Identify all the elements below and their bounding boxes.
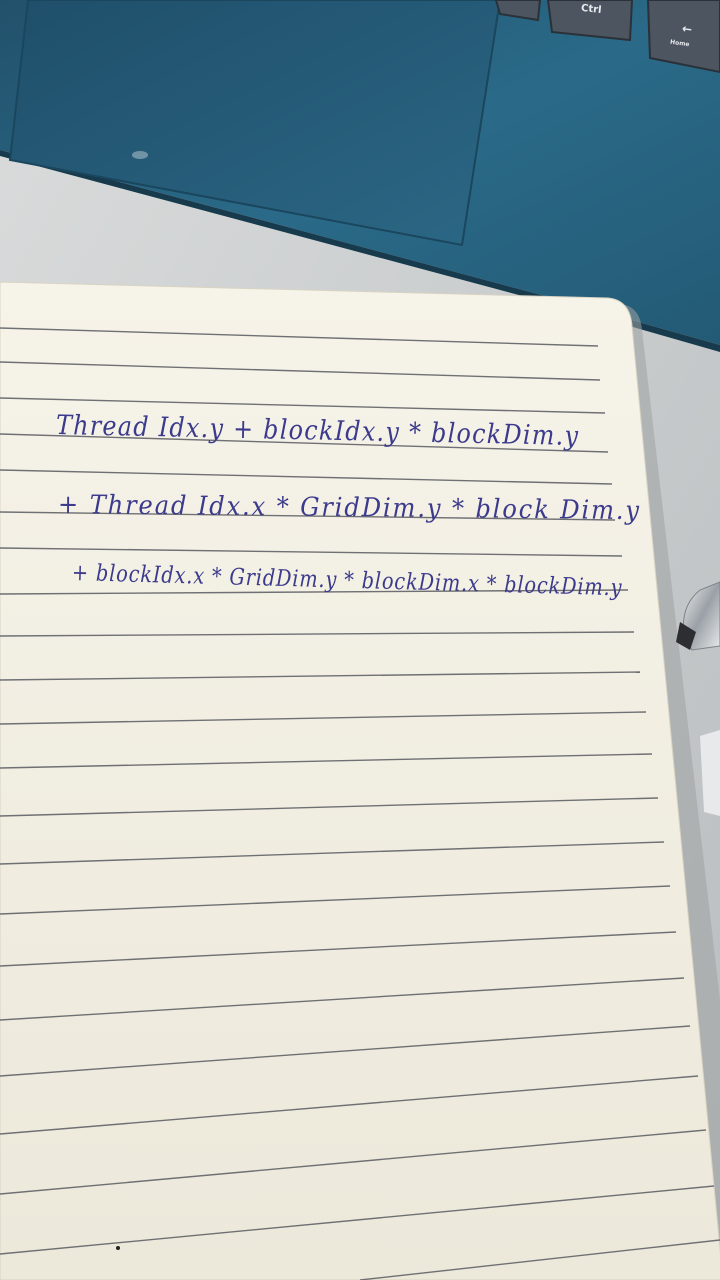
handwritten-line-3: + blockIdx.x * GridDim.y * blockDim.x * … xyxy=(71,560,623,602)
handwritten-line-1: Thread Idx.y + blockIdx.y * blockDim.y xyxy=(55,410,580,452)
handwritten-line-2: + Thread Idx.x * GridDim.y * block Dim.y xyxy=(57,490,642,527)
handwritten-notes: Thread Idx.y + blockIdx.y * blockDim.y +… xyxy=(0,0,720,1280)
